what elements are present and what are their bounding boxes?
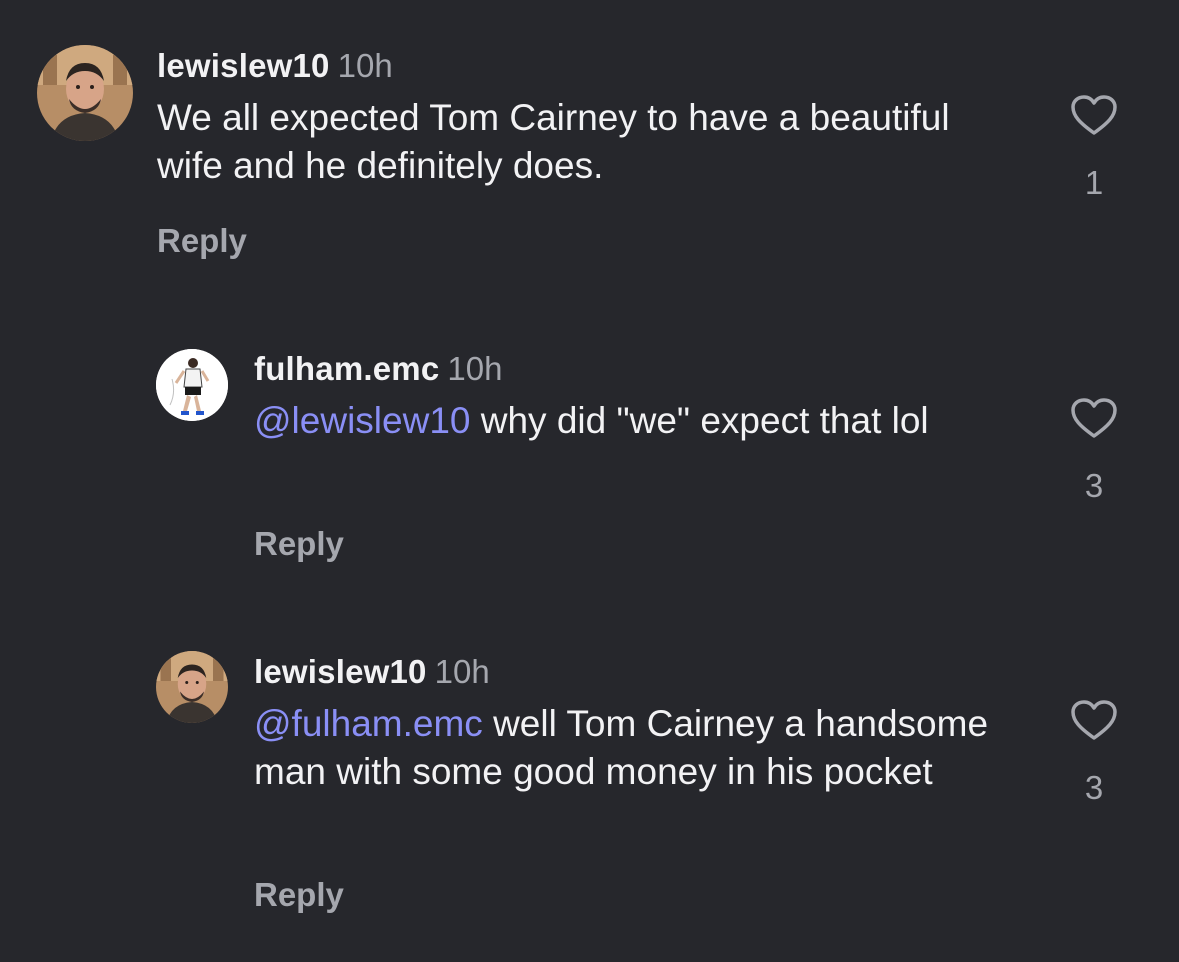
avatar[interactable] (156, 651, 228, 723)
heart-outline-icon[interactable] (1069, 397, 1119, 439)
heart-outline-icon[interactable] (1069, 699, 1119, 741)
comment-text: We all expected Tom Cairney to have a be… (157, 94, 1007, 190)
comment-mention[interactable]: @fulham.emc (254, 703, 483, 744)
avatar[interactable] (37, 45, 133, 141)
like-count: 1 (1084, 164, 1104, 201)
like-count: 3 (1084, 467, 1104, 504)
comment-username[interactable]: lewislew10 (254, 653, 427, 690)
avatar[interactable] (156, 349, 228, 421)
comment-body: why did "we" expect that lol (470, 400, 929, 441)
reply-button[interactable]: Reply (254, 525, 344, 563)
reply-button[interactable]: Reply (254, 876, 344, 914)
reply-button[interactable]: Reply (157, 222, 247, 260)
like-count: 3 (1084, 769, 1104, 806)
like-control: 3 (1069, 397, 1119, 505)
comment-username[interactable]: lewislew10 (157, 47, 330, 84)
comment-timestamp: 10h (447, 350, 503, 387)
like-control: 3 (1069, 699, 1119, 807)
comment-username[interactable]: fulham.emc (254, 350, 439, 387)
comment-timestamp: 10h (337, 47, 393, 84)
comment-body: We all expected Tom Cairney to have a be… (157, 97, 950, 186)
comment-mention[interactable]: @lewislew10 (254, 400, 470, 441)
comment-text: @fulham.emc well Tom Cairney a handsome … (254, 700, 1034, 796)
heart-outline-icon[interactable] (1069, 94, 1119, 136)
comment-text: @lewislew10 why did "we" expect that lol (254, 397, 1014, 445)
comment-timestamp: 10h (434, 653, 490, 690)
like-control: 1 (1069, 94, 1119, 202)
